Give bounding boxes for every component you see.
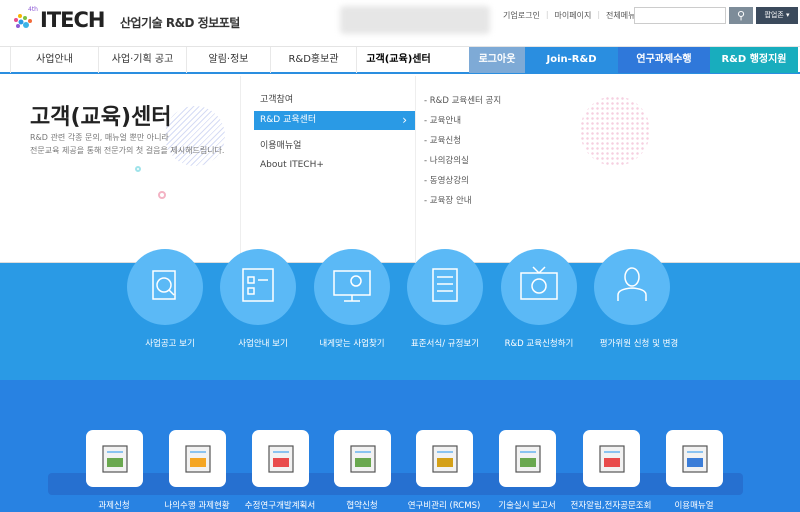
nav-business-info[interactable]: 사업안내 xyxy=(10,47,98,73)
mega-menu: 고객(교육)센터 R&D 관련 각종 문의, 매뉴얼 뿐만 아니라전문교육 제공… xyxy=(0,76,800,263)
manual-icon xyxy=(681,444,708,473)
link-all-menu[interactable]: 전체메뉴 xyxy=(606,10,635,21)
menu-item-manual[interactable]: 이용매뉴얼 xyxy=(260,138,301,151)
quick-announcement-button[interactable] xyxy=(127,249,203,325)
submenu-label: 나의강의실 xyxy=(429,156,469,166)
apply-icon xyxy=(101,444,128,473)
service-card-button[interactable] xyxy=(252,430,309,487)
quick-find-business-button[interactable] xyxy=(314,249,390,325)
handshake-icon xyxy=(349,444,376,473)
quick-forms-button[interactable] xyxy=(407,249,483,325)
top-links: 기업로그인 | 마이페이지 | 전체메뉴 xyxy=(503,10,636,21)
quick-education-button[interactable] xyxy=(501,249,577,325)
nav-project-execution[interactable]: 연구과제수행 xyxy=(618,47,710,73)
quick-evaluator-button[interactable] xyxy=(594,249,670,325)
link-company-login[interactable]: 기업로그인 xyxy=(503,10,540,21)
service-card-button[interactable] xyxy=(499,430,556,487)
submenu-item[interactable]: - 교육안내 xyxy=(424,114,461,126)
service-card-button[interactable] xyxy=(666,430,723,487)
monitor-search-icon xyxy=(333,270,371,302)
nav-notices[interactable]: 알림·정보 xyxy=(186,47,270,73)
service-label: 이용매뉴얼 xyxy=(674,501,714,511)
search-icon: ⚲ xyxy=(736,9,746,22)
column-divider xyxy=(240,76,241,263)
header: 4th ITECH 산업기술 R&D 정보포털 기업로그인 | 마이페이지 | 전체… xyxy=(0,0,800,45)
service-card-button[interactable] xyxy=(169,430,226,487)
menu-item-customer[interactable]: 고객참여 xyxy=(260,92,293,105)
checklist-icon xyxy=(242,268,274,302)
chart-board-icon xyxy=(184,444,211,473)
nav-admin-support[interactable]: R&D 행정지원 xyxy=(710,47,798,73)
menu-item-label: R&D 교육센터 xyxy=(260,115,317,125)
mail-icon xyxy=(598,444,625,473)
blurred-banner xyxy=(340,6,490,34)
service-card-button[interactable] xyxy=(334,430,391,487)
submenu-item[interactable]: - 나의강의실 xyxy=(424,154,469,166)
form-icon xyxy=(432,268,458,302)
nav-logout[interactable]: 로그아웃 xyxy=(469,47,525,73)
submenu-label: 교육장 안내 xyxy=(429,196,472,206)
link-mypage[interactable]: 마이페이지 xyxy=(555,10,592,21)
report-monitor-icon xyxy=(514,444,541,473)
menu-description: R&D 관련 각종 문의, 매뉴얼 뿐만 아니라전문교육 제공을 통해 전문가의… xyxy=(30,131,224,157)
quick-label: R&D 교육신청하기 xyxy=(504,339,574,349)
nav-join-rnd[interactable]: Join-R&D xyxy=(525,47,618,73)
quick-label: 평가위원 신청 및 변경 xyxy=(599,339,679,349)
popup-zone-label: 팝업존 xyxy=(764,11,784,19)
decoration xyxy=(158,191,166,199)
submenu-label: R&D 교육센터 공지 xyxy=(429,96,502,106)
service-card-button[interactable] xyxy=(416,430,473,487)
tv-play-icon xyxy=(520,266,558,300)
quick-links: 사업공고 보기 사업안내 보기 내게맞는 사업찾기 표준서식/ 규정보기 R&D… xyxy=(0,249,800,380)
quick-business-info-button[interactable] xyxy=(220,249,296,325)
submenu-item[interactable]: - 교육장 안내 xyxy=(424,194,472,206)
service-card-button[interactable] xyxy=(86,430,143,487)
column-divider xyxy=(415,76,416,263)
nav-announcements[interactable]: 사업·기획 공고 xyxy=(98,47,186,73)
logo-badge: 4th xyxy=(28,6,38,13)
document-search-icon xyxy=(152,270,176,300)
logo-icon xyxy=(14,14,32,28)
nav-pr[interactable]: R&D홍보관 xyxy=(270,47,356,73)
logo-subtitle: 산업기술 R&D 정보포털 xyxy=(120,16,240,30)
plan-doc-icon xyxy=(267,444,294,473)
submenu-item[interactable]: - 교육신청 xyxy=(424,134,461,146)
submenu-item[interactable]: - 동영상강의 xyxy=(424,174,469,186)
popup-zone-button[interactable]: 팝업존 ▾ xyxy=(756,7,798,24)
chevron-right-icon: › xyxy=(402,113,407,127)
person-icon xyxy=(617,267,647,301)
main-nav: 사업안내 사업·기획 공고 알림·정보 R&D홍보관 고객(교육)센터 로그아웃… xyxy=(0,46,800,74)
decoration xyxy=(135,166,141,172)
submenu-item[interactable]: - R&D 교육센터 공지 xyxy=(424,94,501,106)
menu-item-rnd-education[interactable]: R&D 교육센터 › xyxy=(254,111,415,130)
money-bag-icon xyxy=(431,444,458,473)
search-input[interactable] xyxy=(634,7,726,24)
menu-title: 고객(교육)센터 xyxy=(30,105,172,130)
search-button[interactable]: ⚲ xyxy=(729,7,753,24)
desc-line: R&D 관련 각종 문의, 매뉴얼 뿐만 아니라 xyxy=(30,133,169,142)
desc-line: 전문교육 제공을 통해 전문가의 첫 걸음을 제시해드립니다. xyxy=(30,146,225,155)
submenu-label: 교육신청 xyxy=(429,136,462,146)
submenu-label: 교육안내 xyxy=(429,116,462,126)
service-card-button[interactable] xyxy=(583,430,640,487)
decoration xyxy=(580,96,650,166)
nav-customer-center[interactable]: 고객(교육)센터 xyxy=(356,47,440,73)
logo[interactable]: ITECH xyxy=(40,8,105,32)
menu-item-about[interactable]: About ITECH+ xyxy=(260,160,324,170)
submenu-label: 동영상강의 xyxy=(429,176,469,186)
